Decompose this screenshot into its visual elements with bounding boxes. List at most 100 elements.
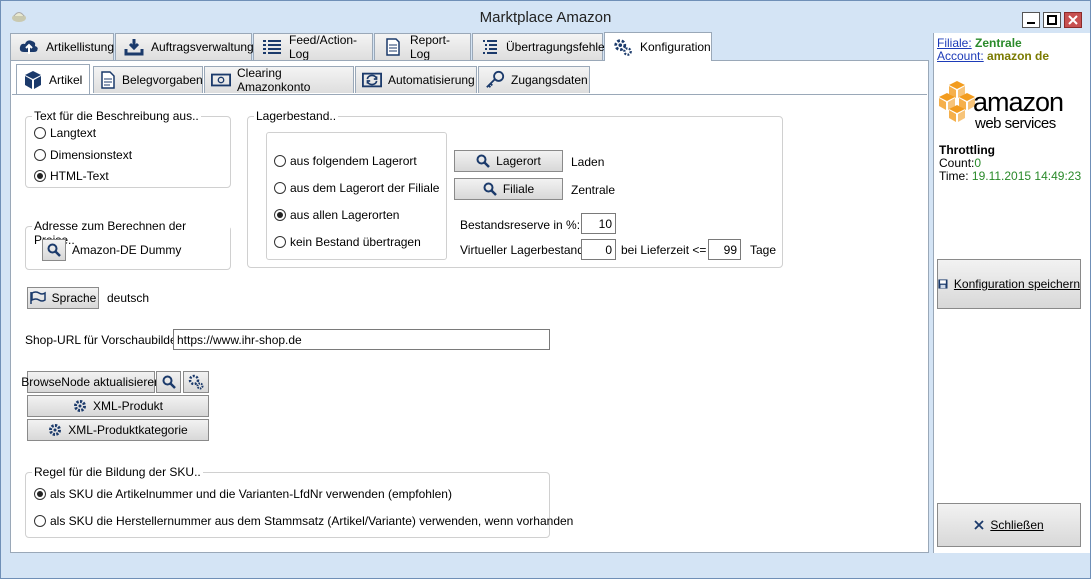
cube-icon: [23, 70, 43, 90]
tab-feed-action-log[interactable]: Feed/Action-Log: [253, 33, 373, 61]
tab-report-log[interactable]: Report-Log: [374, 33, 471, 61]
account-info-value: amazon de: [987, 49, 1050, 63]
search-icon: [47, 243, 61, 257]
radio-langtext[interactable]: Langtext: [34, 126, 96, 140]
gear-icon: [49, 424, 62, 436]
radio-sku-manufacturer-number[interactable]: als SKU die Herstellernummer aus dem Sta…: [34, 514, 573, 528]
address-search-button[interactable]: [42, 239, 66, 261]
reserve-input[interactable]: 10: [581, 213, 616, 234]
document-icon: [383, 37, 403, 57]
lagerort-button[interactable]: Lagerort: [454, 150, 563, 172]
reserve-label: Bestandsreserve in %:: [460, 218, 581, 232]
configuration-panel: Artikel Belegvorgaben Clearing Amazonkon…: [10, 60, 929, 553]
list-icon: [262, 37, 282, 57]
tab-konfiguration[interactable]: Konfiguration: [604, 32, 712, 61]
tab-label: Übertragungsfehler: [506, 40, 609, 54]
language-button[interactable]: Sprache: [27, 287, 99, 309]
shop-url-label: Shop-URL für Vorschaubilder:: [25, 333, 184, 347]
subtab-clearing-amazonkonto[interactable]: Clearing Amazonkonto: [204, 66, 354, 94]
xml-product-button[interactable]: XML-Produkt: [27, 395, 209, 417]
radio-stock-location[interactable]: aus folgendem Lagerort: [274, 154, 417, 168]
filiale-button[interactable]: Filiale: [454, 178, 563, 200]
radio-stock-branch-location[interactable]: aus dem Lagerort der Filiale: [274, 181, 439, 195]
text-source-group: Text für die Beschreibung aus.. Langtext…: [25, 109, 231, 188]
tab-label: Artikellistung: [46, 40, 115, 54]
price-address-group: Adresse zum Berechnen der Preise.. Amazo…: [25, 219, 231, 270]
receipt-icon: [100, 70, 116, 90]
aws-cubes-icon: [939, 81, 975, 122]
radio-stock-none[interactable]: kein Bestand übertragen: [274, 235, 421, 249]
sync-icon: [362, 70, 382, 90]
radio-dimensionstext[interactable]: Dimensionstext: [34, 148, 132, 162]
close-icon: [974, 520, 984, 530]
gears-icon: [613, 37, 633, 57]
browsenode-settings-button[interactable]: [183, 371, 209, 393]
lagerort-value: Laden: [571, 155, 605, 169]
tab-label: Feed/Action-Log: [289, 33, 358, 61]
subtab-label: Zugangsdaten: [511, 73, 588, 87]
lieferzeit-label: bei Lieferzeit <=: [621, 243, 707, 257]
right-sidebar: Filiale: Zentrale Account: amazon de ama…: [933, 33, 1090, 553]
money-icon: [211, 70, 231, 90]
subtab-belegvorgaben[interactable]: Belegvorgaben: [93, 66, 203, 93]
radio-html-text[interactable]: HTML-Text: [34, 169, 109, 183]
gears-icon: [188, 374, 204, 390]
filiale-link[interactable]: Filiale:: [937, 36, 972, 50]
tab-uebertragungsfehler[interactable]: Übertragungsfehler: [472, 33, 609, 60]
flag-icon: [29, 291, 46, 304]
subtab-automatisierung[interactable]: Automatisierung: [355, 66, 477, 93]
tab-artikellistung[interactable]: Artikellistung: [10, 33, 114, 60]
account-info: Account: amazon de: [937, 49, 1049, 63]
save-config-button[interactable]: Konfiguration speichern: [937, 259, 1081, 309]
tab-label: Report-Log: [409, 33, 450, 61]
save-icon: [938, 279, 948, 289]
search-icon: [476, 154, 491, 168]
maximize-button[interactable]: [1043, 12, 1061, 28]
shop-url-input[interactable]: https://www.ihr-shop.de: [173, 329, 550, 350]
subtab-label: Belegvorgaben: [122, 73, 203, 87]
virtual-stock-input[interactable]: 0: [581, 239, 616, 260]
subtab-zugangsdaten[interactable]: Zugangsdaten: [478, 66, 590, 93]
filiale-value: Zentrale: [571, 183, 616, 197]
filiale-info-value: Zentrale: [975, 36, 1022, 50]
stock-source-box: aus folgendem Lagerort aus dem Lagerort …: [266, 132, 447, 260]
search-icon: [483, 182, 497, 196]
lieferzeit-input[interactable]: 99: [708, 239, 741, 260]
minimize-button[interactable]: [1022, 12, 1040, 28]
subtab-label: Clearing Amazonkonto: [237, 66, 311, 94]
tab-label: Konfiguration: [640, 40, 711, 54]
throttling-count: Count:0: [939, 156, 982, 170]
error-list-icon: [481, 37, 499, 57]
cloud-upload-icon: [19, 37, 39, 57]
window-title: Marktplace Amazon: [479, 9, 612, 26]
radio-sku-article-number[interactable]: als SKU die Artikelnummer und die Varian…: [34, 487, 452, 501]
close-button[interactable]: Schließen: [937, 503, 1081, 547]
stock-group: Lagerbestand.. aus folgendem Lagerort au…: [247, 109, 783, 268]
tage-label: Tage: [750, 243, 777, 257]
address-value: Amazon-DE Dummy: [72, 243, 182, 257]
close-window-button[interactable]: [1064, 12, 1082, 28]
sku-rule-group: Regel für die Bildung der SKU.. als SKU …: [25, 465, 573, 538]
xml-category-button[interactable]: XML-Produktkategorie: [27, 419, 209, 441]
aws-logo-subtitle: web services: [975, 115, 1056, 132]
main-window: Marktplace Amazon Artikellistung Auftrag…: [0, 0, 1091, 579]
browsenode-search-button[interactable]: [156, 371, 181, 393]
download-tray-icon: [124, 37, 144, 57]
title-bar: Marktplace Amazon: [1, 1, 1090, 33]
gear-icon: [73, 400, 86, 412]
tab-auftragsverwaltung[interactable]: Auftragsverwaltung: [115, 33, 254, 60]
tab-label: Auftragsverwaltung: [151, 40, 254, 54]
amazon-web-services-logo: amazon web services: [937, 81, 1087, 139]
key-icon: [485, 70, 505, 90]
search-icon: [162, 375, 176, 389]
browsenode-update-button[interactable]: BrowseNode aktualisieren: [21, 371, 161, 393]
radio-stock-all-locations[interactable]: aus allen Lagerorten: [274, 208, 399, 222]
subtab-artikel[interactable]: Artikel: [16, 64, 90, 94]
artikel-settings: Text für die Beschreibung aus.. Langtext…: [12, 94, 927, 550]
subtab-label: Automatisierung: [388, 73, 475, 87]
account-link[interactable]: Account:: [937, 49, 984, 63]
subtab-label: Artikel: [49, 72, 83, 87]
group-title: Regel für die Bildung der SKU..: [32, 465, 203, 479]
group-title: Text für die Beschreibung aus..: [32, 109, 201, 123]
filiale-info: Filiale: Zentrale: [937, 36, 1022, 50]
